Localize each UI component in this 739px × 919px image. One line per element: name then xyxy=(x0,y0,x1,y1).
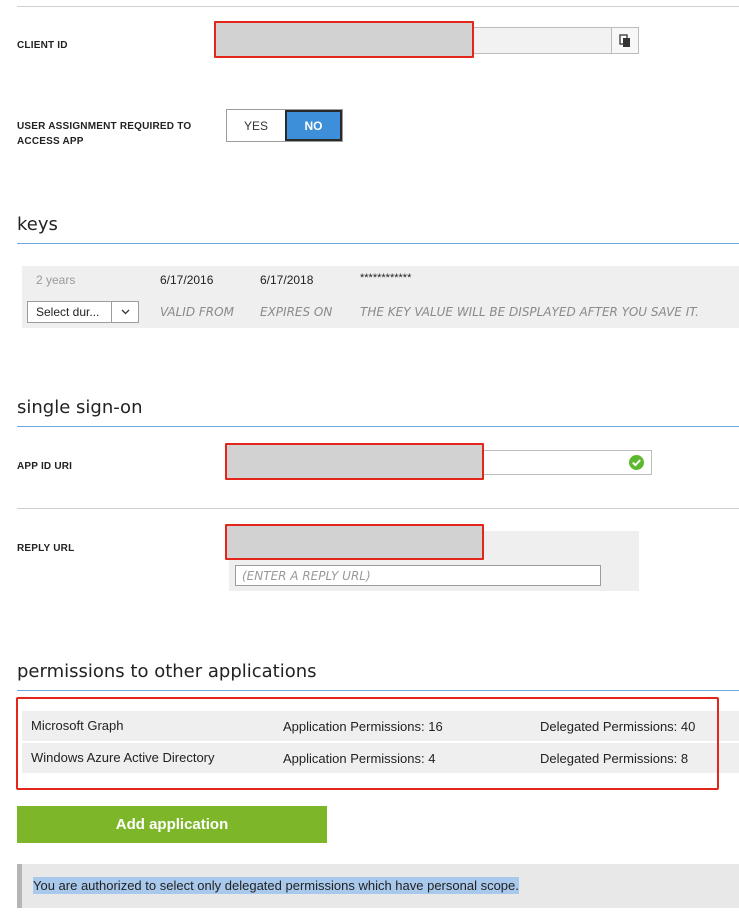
add-application-button[interactable]: Add application xyxy=(17,806,327,843)
top-divider xyxy=(17,6,739,7)
copy-button[interactable] xyxy=(611,28,638,53)
copy-icon xyxy=(619,33,630,47)
duration-select[interactable]: Select dur... xyxy=(27,301,139,323)
reply-url-redaction xyxy=(225,524,484,560)
app-id-uri-label: APP ID URI xyxy=(17,461,73,472)
no-button[interactable]: NO xyxy=(285,110,342,141)
app-id-uri-redaction xyxy=(225,443,484,480)
key-valid-from: 6/17/2016 xyxy=(160,273,214,287)
permissions-highlight xyxy=(16,697,719,790)
notice-text: You are authorized to select only delega… xyxy=(33,877,519,894)
reply-url-placeholder: (ENTER A REPLY URL) xyxy=(242,568,371,583)
valid-from-hint: VALID FROM xyxy=(160,305,234,319)
permissions-heading: permissions to other applications xyxy=(17,661,317,682)
keys-divider xyxy=(17,243,739,244)
chevron-down-icon[interactable] xyxy=(111,302,138,322)
reply-url-input[interactable]: (ENTER A REPLY URL) xyxy=(235,565,601,586)
key-value: ************ xyxy=(360,272,412,284)
key-duration: 2 years xyxy=(36,273,76,287)
sso-heading: single sign-on xyxy=(17,397,143,418)
permissions-divider xyxy=(17,690,739,691)
user-assignment-label: USER ASSIGNMENT REQUIRED TO ACCESS APP xyxy=(17,121,192,147)
sso-divider xyxy=(17,426,739,427)
notice-banner: You are authorized to select only delega… xyxy=(17,864,739,908)
duration-select-value: Select dur... xyxy=(36,305,100,319)
expires-on-hint: EXPIRES ON xyxy=(260,305,333,319)
user-assignment-toggle[interactable]: YES NO xyxy=(226,109,343,142)
client-id-redaction xyxy=(214,21,474,58)
key-expires-on: 6/17/2018 xyxy=(260,273,314,287)
key-value-hint: THE KEY VALUE WILL BE DISPLAYED AFTER YO… xyxy=(360,305,699,319)
check-circle-icon xyxy=(629,455,644,470)
sso-row-divider xyxy=(17,508,739,509)
client-id-label: CLIENT ID xyxy=(17,40,68,51)
keys-heading: keys xyxy=(17,214,58,235)
reply-url-label: REPLY URL xyxy=(17,543,75,554)
yes-button[interactable]: YES xyxy=(227,110,285,141)
